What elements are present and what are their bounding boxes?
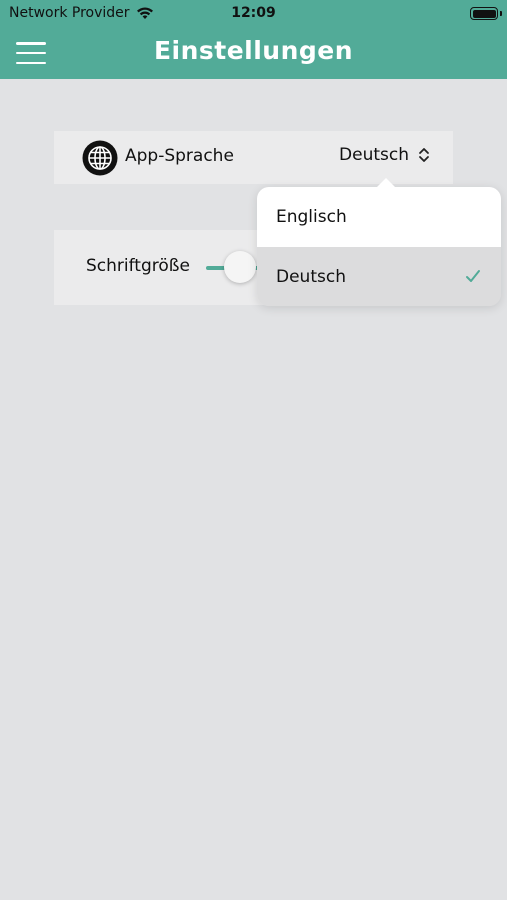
navigation-bar: Einstellungen (0, 28, 507, 79)
language-setting-row: App-Sprache Deutsch (54, 131, 453, 184)
option-label: Deutsch (276, 266, 346, 287)
language-value: Deutsch (339, 145, 409, 165)
language-selector[interactable]: Deutsch (339, 145, 431, 165)
status-bar: Network Provider 12:09 (0, 0, 507, 28)
language-option-deutsch[interactable]: Deutsch (257, 247, 501, 306)
page-title: Einstellungen (153, 36, 354, 65)
status-time: 12:09 (231, 5, 276, 21)
battery-icon (470, 7, 498, 20)
chevron-up-down-icon (419, 148, 429, 162)
checkmark-icon (466, 270, 480, 282)
language-option-englisch[interactable]: Englisch (257, 187, 501, 247)
font-size-label: Schriftgröße (86, 256, 190, 276)
language-dropdown-menu: Englisch Deutsch (257, 178, 501, 306)
app-language-label: App-Sprache (125, 146, 234, 166)
globe-icon (82, 140, 118, 176)
option-label: Englisch (276, 207, 347, 227)
font-size-slider-thumb[interactable] (224, 251, 256, 283)
battery-tip (500, 11, 502, 16)
